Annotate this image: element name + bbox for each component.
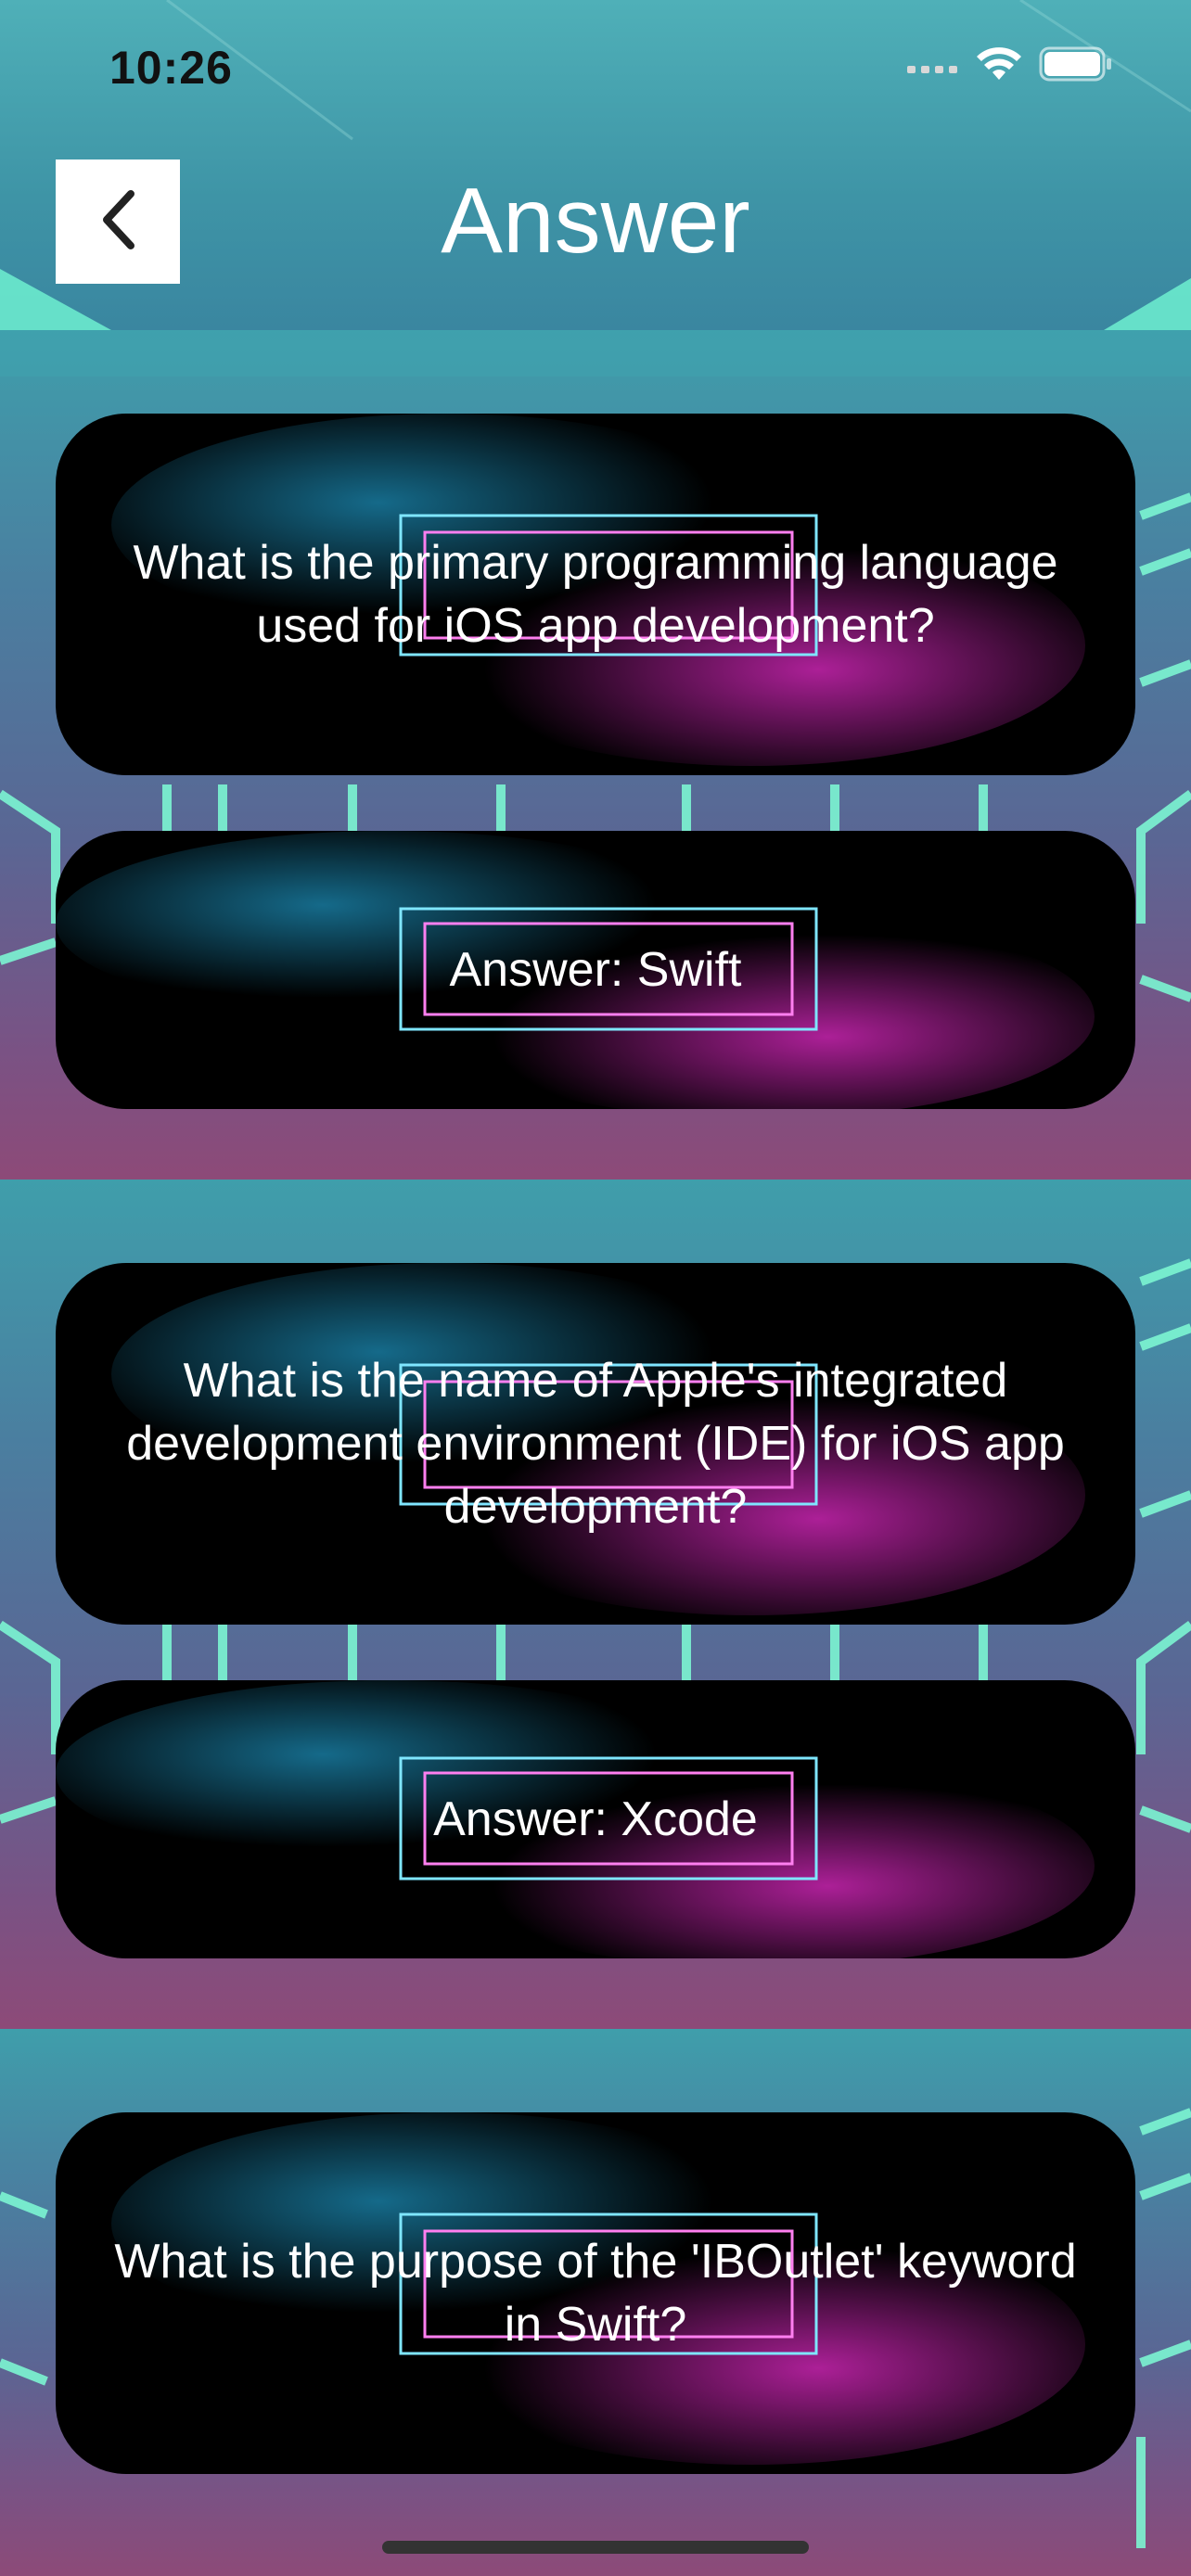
home-indicator[interactable] xyxy=(382,2541,809,2554)
answer-text: Answer: Xcode xyxy=(433,1792,758,1846)
question-card[interactable]: What is the name of Apple's integrated d… xyxy=(56,1263,1135,1625)
answer-card[interactable]: Answer: Swift xyxy=(56,831,1135,1109)
question-card[interactable]: What is the purpose of the 'IBOutlet' ke… xyxy=(56,2112,1135,2474)
question-text: What is the purpose of the 'IBOutlet' ke… xyxy=(114,2235,1077,2352)
cellular-signal-icon xyxy=(907,55,959,78)
status-bar: 10:26 xyxy=(0,0,1191,130)
battery-icon xyxy=(1039,46,1113,86)
answer-card[interactable]: Answer: Xcode xyxy=(56,1680,1135,1958)
question-text: What is the primary programming language… xyxy=(133,536,1058,653)
page-title: Answer xyxy=(441,169,750,273)
status-time: 10:26 xyxy=(109,42,233,94)
question-card[interactable]: What is the primary programming language… xyxy=(56,414,1135,775)
question-text: What is the name of Apple's integrated d… xyxy=(126,1354,1065,1534)
answer-text: Answer: Swift xyxy=(449,943,742,997)
wifi-icon xyxy=(976,46,1022,86)
status-icons xyxy=(907,46,1113,86)
